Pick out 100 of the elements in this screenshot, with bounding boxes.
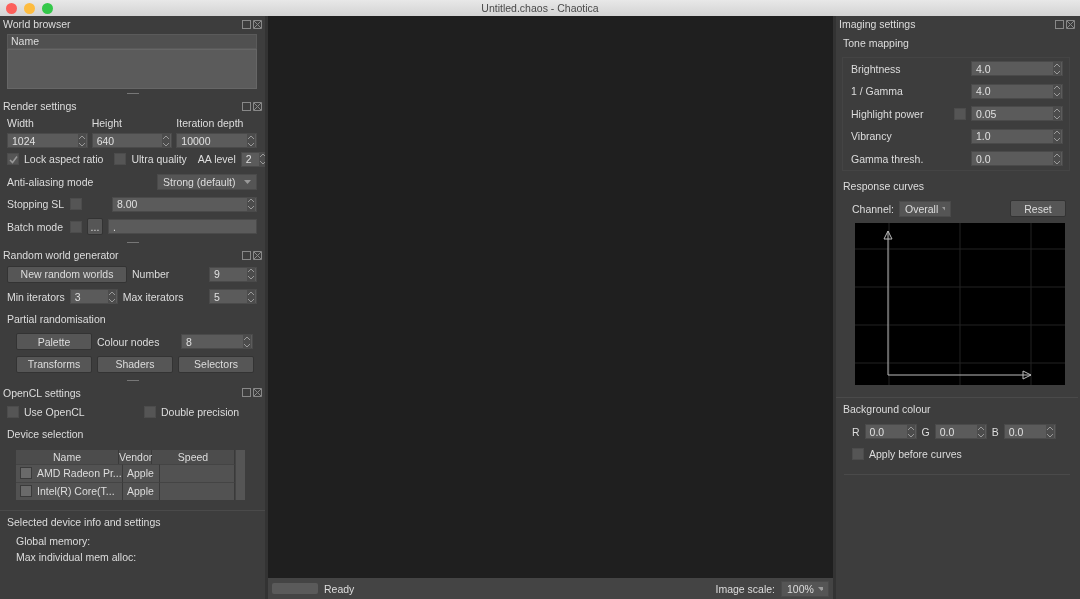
checkbox[interactable] (954, 107, 966, 120)
image-scale-dropdown[interactable]: 100% (781, 580, 829, 597)
section-label: Background colour (843, 403, 931, 416)
caret-icon (244, 179, 251, 184)
number-field[interactable]: 0.0 (971, 151, 1063, 167)
randomise-button[interactable]: Shaders (97, 355, 173, 373)
number-field[interactable]: 3 (69, 289, 118, 305)
number-field[interactable]: 8 (181, 334, 253, 350)
column-header[interactable]: Vendor (119, 449, 152, 464)
field-label: Anti-aliasing mode (7, 175, 95, 188)
checkbox[interactable] (114, 153, 127, 166)
checkbox[interactable] (70, 198, 82, 211)
checkbox-label: Use OpenCL (24, 405, 86, 418)
number-field[interactable]: 1024 (7, 133, 88, 148)
dock-buttons-icon[interactable] (242, 101, 262, 111)
stepper-icon[interactable] (77, 133, 86, 148)
stepper-icon[interactable] (976, 424, 985, 439)
status-text: Ready (324, 582, 355, 595)
checkbox[interactable] (20, 467, 32, 479)
number-field[interactable]: 5 (209, 289, 257, 305)
stepper-icon[interactable] (1053, 106, 1061, 121)
number-field[interactable]: 0.0 (864, 424, 917, 440)
stepper-icon[interactable] (906, 424, 915, 439)
panel-title: World browser (3, 18, 71, 30)
field-label: G (921, 425, 930, 438)
stepper-icon[interactable] (1053, 61, 1061, 76)
window-title: Untitled.chaos - Chaotica (481, 2, 599, 14)
stepper-icon[interactable] (162, 133, 171, 148)
checkbox-label: Apply before curves (869, 448, 962, 461)
stepper-icon[interactable] (243, 334, 251, 349)
stepper-icon[interactable] (247, 289, 255, 304)
channel-dropdown[interactable]: Overall (899, 200, 952, 217)
close-icon[interactable] (6, 3, 17, 14)
stepper-icon[interactable] (1053, 84, 1061, 99)
checkbox[interactable] (7, 153, 19, 166)
table-cell: Intel(R) Core(T... (37, 485, 115, 497)
number-field[interactable]: 0.05 (971, 106, 1063, 122)
number-field[interactable]: 4.0 (971, 61, 1063, 77)
scroll-bar[interactable] (235, 449, 245, 500)
randomise-button[interactable]: Selectors (178, 355, 254, 373)
path-field[interactable]: . (108, 219, 257, 235)
panel-title: Random world generator (3, 249, 119, 261)
zoom-icon[interactable] (42, 3, 53, 14)
field-label: Width (7, 117, 35, 129)
section-label: Selected device info and settings (7, 515, 161, 528)
dock-buttons-icon[interactable] (242, 19, 262, 29)
stepper-icon[interactable] (247, 133, 255, 148)
column-header[interactable]: Name (7, 34, 257, 49)
stepper-icon[interactable] (1045, 424, 1054, 439)
stepper-icon[interactable] (1053, 129, 1061, 144)
checkbox[interactable] (144, 405, 156, 418)
number-field[interactable]: 0.0 (934, 424, 987, 440)
section-label: Tone mapping (843, 37, 909, 50)
stepper-icon[interactable] (247, 267, 255, 282)
checkbox-label: Double precision (161, 405, 240, 418)
palette-button[interactable]: Palette (16, 333, 92, 351)
checkbox-label: Lock aspect ratio (24, 153, 104, 166)
column-header[interactable]: Name (16, 449, 119, 464)
dock-buttons-icon[interactable] (242, 250, 262, 260)
checkbox[interactable] (7, 405, 19, 418)
caret-icon (817, 586, 823, 591)
stepper-icon[interactable] (1053, 151, 1061, 166)
field-label: Channel: (852, 202, 895, 215)
field-label: Highlight power (851, 107, 925, 120)
field-label: Number (132, 268, 171, 281)
stepper-icon[interactable] (247, 197, 255, 212)
field-label: Batch mode (7, 220, 65, 233)
checkbox[interactable] (70, 220, 82, 233)
panel-title: OpenCL settings (3, 386, 81, 399)
new-random-worlds-button[interactable]: New random worlds (7, 265, 127, 283)
table-cell: AMD Radeon Pr... (37, 467, 122, 479)
field-label: AA level (197, 153, 236, 166)
field-label: B (991, 425, 999, 438)
checkbox[interactable] (20, 485, 32, 497)
number-field[interactable]: 9 (209, 266, 257, 282)
checkbox[interactable] (852, 448, 864, 461)
number-field[interactable]: 4.0 (971, 83, 1063, 99)
dropdown[interactable]: Strong (default) (157, 173, 257, 190)
dock-buttons-icon[interactable] (242, 388, 262, 397)
number-field[interactable]: 1.0 (971, 128, 1063, 144)
number-field[interactable]: 10000 (176, 133, 257, 148)
browse-button[interactable]: ... (87, 218, 103, 236)
field-label: Stopping SL (7, 198, 65, 211)
stepper-icon[interactable] (107, 289, 116, 304)
number-field[interactable]: 640 (91, 133, 173, 148)
dock-buttons-icon[interactable] (1055, 19, 1075, 29)
field-label: Brightness (851, 62, 902, 75)
section-label: Partial randomisation (7, 313, 106, 326)
section-label: Device selection (7, 428, 84, 441)
checkbox-label: Ultra quality (131, 153, 187, 166)
number-field[interactable]: 8.00 (112, 196, 257, 212)
field-label: Min iterators (7, 290, 65, 303)
field-label: Image scale: (714, 582, 775, 595)
reset-button[interactable]: Reset (1010, 200, 1066, 218)
randomise-button[interactable]: Transforms (16, 355, 92, 373)
info-label: Global memory: (16, 535, 91, 547)
caret-icon (942, 206, 946, 211)
number-field[interactable]: 0.0 (1003, 424, 1056, 440)
column-header[interactable]: Speed (152, 449, 235, 464)
field-label: Gamma thresh. (851, 152, 925, 165)
